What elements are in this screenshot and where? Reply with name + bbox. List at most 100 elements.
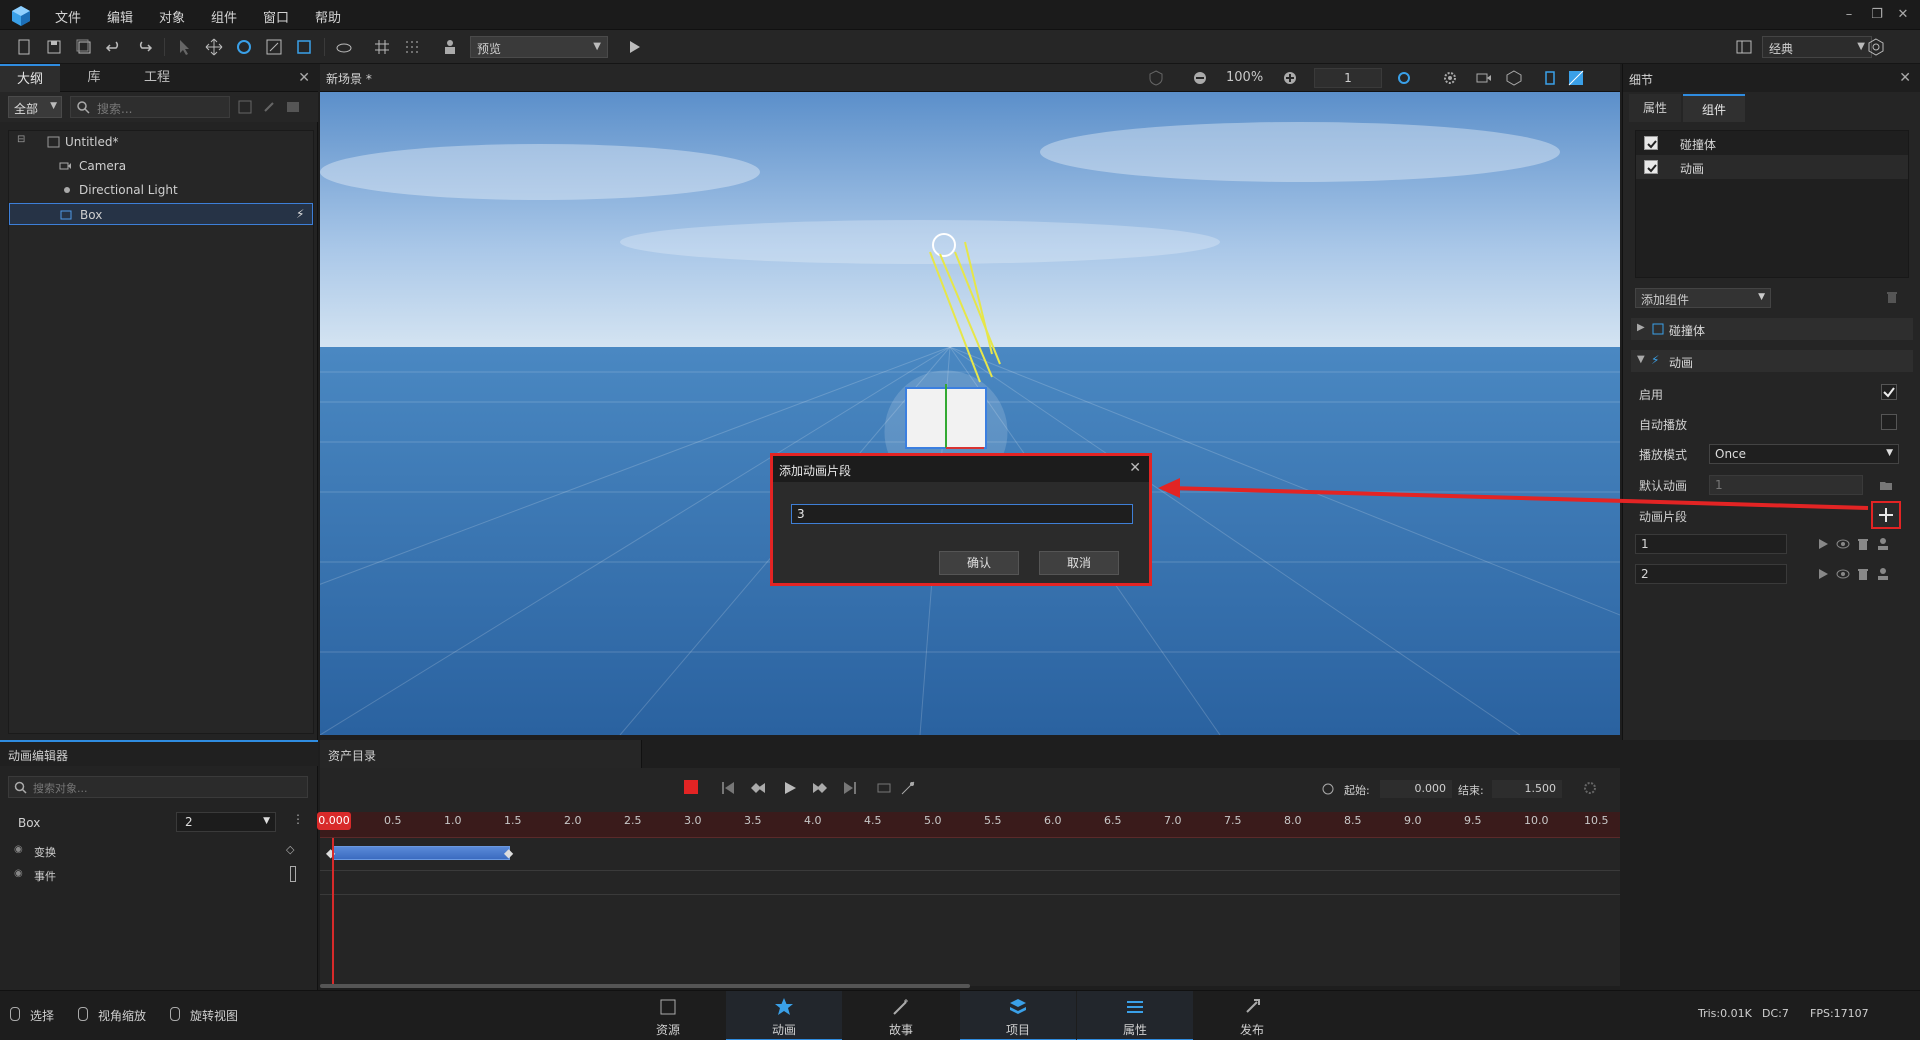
layout-icon[interactable]: [1734, 37, 1754, 57]
settings-hex-icon[interactable]: [1866, 37, 1886, 57]
animation-checkbox[interactable]: [1644, 160, 1658, 174]
undo-icon[interactable]: [104, 37, 124, 57]
nav-animation[interactable]: 动画: [726, 991, 842, 1040]
dots-grid-icon[interactable]: [402, 37, 422, 57]
nav-resources[interactable]: 资源: [610, 991, 726, 1040]
component-row-animation[interactable]: 动画: [1636, 155, 1908, 179]
eye-icon[interactable]: [1835, 566, 1851, 582]
clip-name-field[interactable]: 2: [1635, 564, 1787, 584]
menu-edit[interactable]: 编辑: [107, 7, 133, 26]
keyframe-diamond-icon[interactable]: ◇: [286, 843, 294, 856]
tool-rotate-view[interactable]: 旋转视图: [190, 1007, 238, 1024]
loop-icon[interactable]: [876, 780, 892, 796]
device-icon[interactable]: [1542, 70, 1558, 86]
link-icon[interactable]: [262, 100, 276, 114]
minimize-icon[interactable]: –: [1840, 6, 1858, 24]
eye-icon[interactable]: ◉: [14, 868, 23, 879]
next-key-icon[interactable]: [812, 780, 828, 796]
menu-component[interactable]: 组件: [211, 7, 237, 26]
track-row-event[interactable]: ◉ 事件: [8, 864, 308, 888]
scene-viewport[interactable]: [320, 92, 1620, 735]
timeline-ruler[interactable]: 0.5 1.0 1.5 2.0 2.5 3.0 3.5 4.0 4.5 5.0 5.5 6.0 6.5 7…: [320, 812, 1620, 838]
move-tool-icon[interactable]: [204, 37, 224, 57]
tab-library[interactable]: 库: [64, 64, 124, 92]
keyframe-end-icon[interactable]: ◆: [504, 846, 513, 860]
section-collider[interactable]: ▶ 碰撞体: [1631, 318, 1913, 340]
close-icon[interactable]: ✕: [1899, 70, 1911, 86]
record-icon[interactable]: [684, 780, 698, 794]
eye-icon[interactable]: ◉: [14, 844, 23, 855]
cancel-button[interactable]: 取消: [1039, 551, 1119, 575]
trash-icon[interactable]: [1855, 536, 1871, 552]
nav-properties[interactable]: 属性: [1077, 991, 1193, 1040]
trash-icon[interactable]: [1855, 566, 1871, 582]
redo-icon[interactable]: [134, 37, 154, 57]
folder-icon[interactable]: [1879, 478, 1893, 492]
rotate-tool-icon[interactable]: [234, 37, 254, 57]
add-clip-button[interactable]: [1871, 501, 1901, 529]
gear-icon[interactable]: [1582, 780, 1598, 796]
zoom-out-icon[interactable]: [1192, 70, 1208, 86]
menu-file[interactable]: 文件: [55, 7, 81, 26]
stamp-icon[interactable]: [1875, 536, 1891, 552]
nav-publish[interactable]: 发布: [1194, 991, 1310, 1040]
save-icon[interactable]: [44, 37, 64, 57]
tool-select[interactable]: 选择: [30, 1007, 54, 1024]
scale-tool-icon[interactable]: [264, 37, 284, 57]
timeline-tracks[interactable]: ◆ ◆: [320, 838, 1620, 988]
tree-item-directional-light[interactable]: Directional Light: [9, 179, 313, 201]
tool-view-zoom[interactable]: 视角缩放: [98, 1007, 146, 1024]
tab-properties[interactable]: 属性: [1629, 94, 1681, 122]
tab-components[interactable]: 组件: [1683, 94, 1745, 122]
track-row-transform[interactable]: ◉ 变换 ◇: [8, 840, 308, 864]
keyframe-range-bar[interactable]: [332, 846, 510, 860]
menu-window[interactable]: 窗口: [263, 7, 289, 26]
section-animation[interactable]: ▼ ⚡ 动画: [1631, 350, 1913, 372]
clip-select[interactable]: 2 ▼: [176, 812, 276, 832]
camera-sync-icon[interactable]: [1396, 70, 1412, 86]
nav-story[interactable]: 故事: [843, 991, 959, 1040]
more-options-icon[interactable]: ⋮: [292, 812, 304, 826]
autoplay-checkbox[interactable]: [1881, 414, 1897, 430]
layout-select[interactable]: 经典 ▼: [1762, 36, 1872, 58]
default-anim-input[interactable]: 1: [1709, 475, 1863, 495]
end-time-input[interactable]: 1.500: [1492, 780, 1562, 798]
save-all-icon[interactable]: [74, 37, 94, 57]
playhead-line[interactable]: [332, 838, 334, 988]
menu-help[interactable]: 帮助: [315, 7, 341, 26]
tree-item-untitled[interactable]: ⊟ Untitled*: [9, 131, 313, 153]
alarm-clock-icon[interactable]: [1320, 780, 1336, 796]
nav-project[interactable]: 项目: [960, 991, 1076, 1040]
component-row-collider[interactable]: 碰撞体: [1636, 131, 1908, 155]
play-clip-icon[interactable]: [1815, 536, 1831, 552]
restore-icon[interactable]: ❐: [1868, 6, 1886, 24]
zoom-in-icon[interactable]: [1282, 70, 1298, 86]
tab-outline[interactable]: 大纲: [0, 64, 60, 92]
clip-name-input[interactable]: 3: [791, 504, 1133, 524]
object-search-input[interactable]: 搜索对象...: [8, 776, 308, 798]
cube-icon[interactable]: [1506, 70, 1522, 86]
playhead-time[interactable]: 0.000: [317, 812, 351, 830]
shield-icon[interactable]: [1148, 70, 1164, 86]
play-icon[interactable]: [624, 37, 644, 57]
video-icon[interactable]: [1476, 70, 1492, 86]
tab-project[interactable]: 工程: [126, 64, 188, 92]
frame-input[interactable]: 1: [1314, 68, 1382, 88]
enabled-checkbox[interactable]: [1881, 384, 1897, 400]
transform-tool-icon[interactable]: [294, 37, 314, 57]
last-frame-icon[interactable]: [842, 780, 858, 796]
eye-icon[interactable]: [1835, 536, 1851, 552]
event-marker-icon[interactable]: [290, 866, 296, 882]
close-window-icon[interactable]: ✕: [1894, 6, 1912, 24]
outline-search-input[interactable]: 搜索...: [70, 96, 230, 118]
confirm-button[interactable]: 确认: [939, 551, 1019, 575]
layout-split-icon[interactable]: [1568, 70, 1584, 86]
grid-icon[interactable]: [372, 37, 392, 57]
outline-filter-select[interactable]: 全部 ▼: [8, 96, 62, 118]
cloud-icon[interactable]: [334, 37, 354, 57]
close-icon[interactable]: ✕: [298, 70, 310, 86]
first-frame-icon[interactable]: [720, 780, 736, 796]
avatar-preview-icon[interactable]: [440, 37, 460, 57]
collider-checkbox[interactable]: [1644, 136, 1658, 150]
play-mode-select[interactable]: Once ▼: [1709, 444, 1899, 464]
